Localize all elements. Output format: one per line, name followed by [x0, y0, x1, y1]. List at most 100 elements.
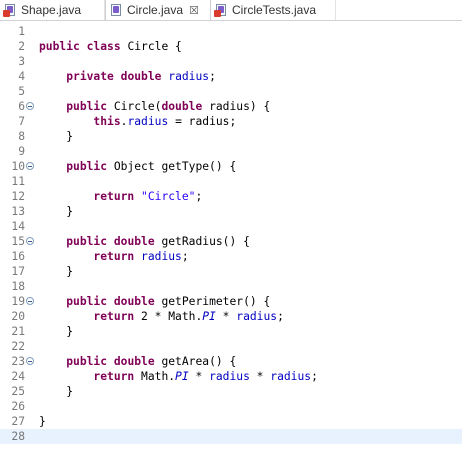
- text-token: }: [39, 385, 74, 398]
- code-line[interactable]: 23 public double getArea() {: [0, 354, 462, 369]
- code-line[interactable]: 17 }: [0, 264, 462, 279]
- code-line[interactable]: 16 return radius;: [0, 249, 462, 264]
- field-token: radius: [270, 370, 312, 383]
- keyword-token: public: [66, 355, 108, 368]
- code-line[interactable]: 28: [0, 429, 462, 444]
- code-line[interactable]: 3: [0, 54, 462, 69]
- line-number: 25: [11, 385, 25, 398]
- code-line[interactable]: 13 }: [0, 204, 462, 219]
- static-field-token: PI: [202, 310, 216, 323]
- keyword-token: public: [39, 40, 80, 53]
- text-token: getArea() {: [154, 355, 237, 368]
- text-token: getPerimeter() {: [154, 295, 271, 308]
- code-text: this.radius = radius;: [39, 114, 236, 129]
- close-tab-icon[interactable]: ☒: [189, 4, 199, 17]
- line-number: 5: [18, 85, 25, 98]
- code-line[interactable]: 15 public double getRadius() {: [0, 234, 462, 249]
- keyword-token: double: [113, 235, 155, 248]
- code-line[interactable]: 20 return 2 * Math.PI * radius;: [0, 309, 462, 324]
- code-text: public Circle(double radius) {: [39, 99, 270, 114]
- code-line[interactable]: 14: [0, 219, 462, 234]
- code-line[interactable]: 11: [0, 174, 462, 189]
- keyword-token: return: [93, 370, 135, 383]
- line-number: 7: [18, 115, 25, 128]
- code-line[interactable]: 10 public Object getType() {: [0, 159, 462, 174]
- field-token: radius: [168, 70, 210, 83]
- code-line[interactable]: 24 return Math.PI * radius * radius;: [0, 369, 462, 384]
- code-editor[interactable]: 1 2 public class Circle {3 4 private double…: [0, 21, 462, 456]
- line-number: 28: [11, 430, 25, 443]
- code-text: }: [39, 264, 73, 279]
- text-token: *: [249, 370, 271, 383]
- code-line[interactable]: 19 public double getPerimeter() {: [0, 294, 462, 309]
- text-token: }: [39, 205, 74, 218]
- tab-circle-java[interactable]: Circle.java ☒: [105, 0, 211, 20]
- keyword-token: class: [86, 40, 121, 53]
- text-token: 2 * Math.: [134, 310, 203, 323]
- code-line[interactable]: 25 }: [0, 384, 462, 399]
- line-number: 17: [11, 265, 25, 278]
- text-token: Circle {: [120, 40, 182, 53]
- fold-collapse-icon[interactable]: [26, 162, 34, 170]
- text-token: }: [39, 325, 74, 338]
- code-line[interactable]: 26: [0, 399, 462, 414]
- code-line[interactable]: 8 }: [0, 129, 462, 144]
- code-line[interactable]: 1: [0, 24, 462, 39]
- code-line[interactable]: 6 public Circle(double radius) {: [0, 99, 462, 114]
- keyword-token: return: [93, 190, 135, 203]
- fold-collapse-icon[interactable]: [26, 357, 34, 365]
- code-text: return radius;: [39, 249, 189, 264]
- fold-collapse-icon[interactable]: [26, 102, 34, 110]
- tab-label: Circle.java: [127, 3, 184, 17]
- keyword-token: private: [66, 70, 114, 83]
- text-token: ;: [181, 250, 189, 263]
- text-token: *: [188, 370, 210, 383]
- code-line[interactable]: 21 }: [0, 324, 462, 339]
- code-text: public double getArea() {: [39, 354, 236, 369]
- text-token: ;: [195, 190, 203, 203]
- code-line[interactable]: 4 private double radius;: [0, 69, 462, 84]
- code-line[interactable]: 7 this.radius = radius;: [0, 114, 462, 129]
- code-line[interactable]: 27}: [0, 414, 462, 429]
- code-line[interactable]: 5: [0, 84, 462, 99]
- code-text: public class Circle {: [39, 39, 182, 54]
- text-token: = radius;: [168, 115, 237, 128]
- tab-shape-java[interactable]: Shape.java: [0, 0, 105, 20]
- line-number: 18: [11, 280, 25, 293]
- code-line[interactable]: 22: [0, 339, 462, 354]
- code-line[interactable]: 2 public class Circle {: [0, 39, 462, 54]
- text-token: Object getType() {: [107, 160, 237, 173]
- keyword-token: public: [66, 295, 108, 308]
- keyword-token: public: [66, 235, 108, 248]
- line-number: 2: [18, 40, 25, 53]
- code-text: }: [39, 324, 73, 339]
- field-token: radius: [209, 370, 250, 383]
- line-number: 24: [11, 370, 25, 383]
- code-text: public Object getType() {: [39, 159, 236, 174]
- field-token: radius: [236, 310, 278, 323]
- tab-label: CircleTests.java: [232, 3, 317, 17]
- tab-label: Shape.java: [21, 3, 82, 17]
- fold-collapse-icon[interactable]: [26, 297, 34, 305]
- line-number: 27: [11, 415, 25, 428]
- code-line[interactable]: 9: [0, 144, 462, 159]
- line-number: 15: [11, 235, 25, 248]
- tab-circletests-java[interactable]: CircleTests.java: [211, 0, 336, 20]
- keyword-token: double: [120, 70, 162, 83]
- line-number: 16: [11, 250, 25, 263]
- code-line[interactable]: 18: [0, 279, 462, 294]
- java-file-error-icon: [214, 3, 227, 17]
- text-token: ;: [209, 70, 216, 83]
- code-line[interactable]: 12 return "Circle";: [0, 189, 462, 204]
- fold-collapse-icon[interactable]: [26, 237, 34, 245]
- code-text: return Math.PI * radius * radius;: [39, 369, 317, 384]
- java-file-error-icon: [3, 3, 16, 17]
- line-number: 4: [18, 70, 25, 83]
